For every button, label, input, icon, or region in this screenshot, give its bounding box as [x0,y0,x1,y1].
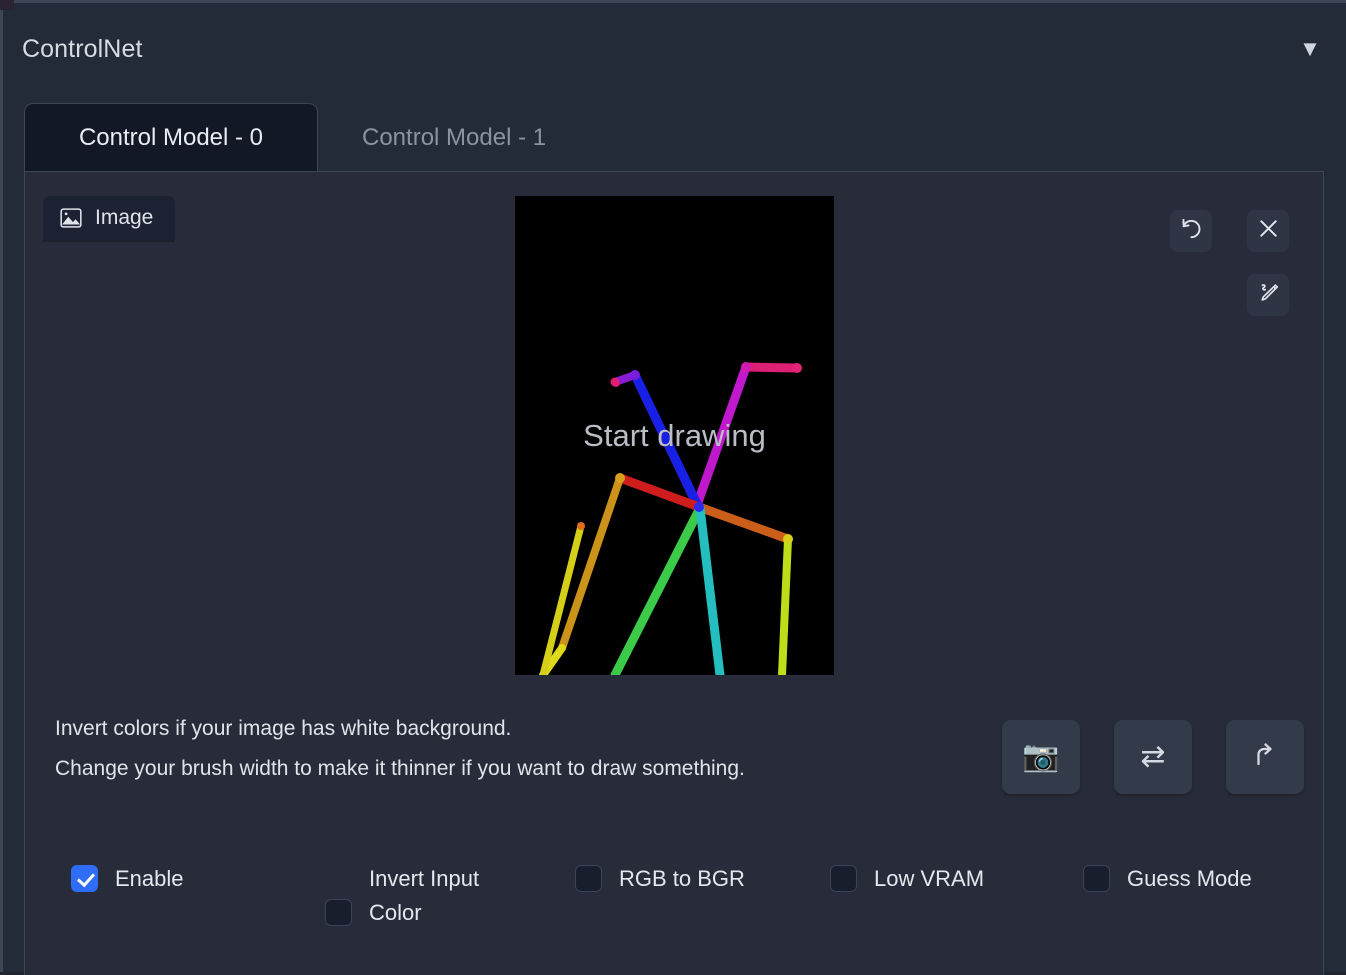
upload-button[interactable] [1226,720,1304,794]
undo-button[interactable] [1170,210,1212,252]
checkbox-guess-mode-label: Guess Mode [1127,866,1252,891]
options-row: Enable Invert Input Color RGB to BGR Low… [55,862,1305,952]
draw-tool-button[interactable] [1247,274,1289,316]
close-icon [1257,217,1280,245]
page-title: ControlNet [22,35,143,63]
tab-control-model-1[interactable]: Control Model - 1 [334,103,574,172]
image-icon [60,208,82,228]
checkbox-invert-input-color[interactable]: Invert Input Color [325,862,505,930]
tab-label: Control Model - 0 [78,124,264,151]
arrow-up-icon [1252,741,1278,774]
checkbox-low-vram-box[interactable] [830,865,857,892]
checkbox-low-vram-label: Low VRAM [874,866,985,891]
tab-label: Control Model - 1 [362,123,547,151]
checkbox-rgb-to-bgr[interactable]: RGB to BGR [575,862,745,896]
swap-arrows-icon: ⇄ [1140,740,1166,773]
checkbox-guess-mode-box[interactable] [1083,865,1110,892]
chevron-down-icon[interactable]: ▼ [1296,35,1324,63]
checkbox-low-vram[interactable]: Low VRAM [830,862,984,896]
camera-icon: 📷 [1022,740,1060,773]
pen-icon [1256,281,1280,310]
subtab-image-label: Image [95,206,154,229]
drawing-canvas[interactable]: Start drawing [515,196,834,675]
tab-control-model-0[interactable]: Control Model - 0 [24,103,318,172]
checkbox-enable[interactable]: Enable [71,862,184,896]
checkbox-enable-label: Enable [115,866,184,891]
checkbox-rgb-to-bgr-label: RGB to BGR [619,866,745,891]
checkbox-invert-input-color-label: Invert Input Color [369,866,480,925]
hint-text: Invert colors if your image has white ba… [55,709,745,789]
checkbox-invert-input-color-box[interactable] [325,899,352,926]
hint-line-1: Invert colors if your image has white ba… [55,717,512,740]
checkbox-rgb-to-bgr-box[interactable] [575,865,602,892]
undo-icon [1179,217,1203,246]
controlnet-panel: ControlNet ▼ Control Model - 0 Control M… [0,0,1346,975]
hint-line-2: Change your brush width to make it thinn… [55,757,745,780]
swap-button[interactable]: ⇄ [1114,720,1192,794]
tab-panel-control-model-0: Image Start drawing Invert colors if you… [24,172,1324,975]
tab-bar: Control Model - 0 Control Model - 1 [24,103,1324,172]
checkbox-enable-box[interactable] [71,865,98,892]
panel-header: ControlNet ▼ [3,3,1346,91]
checkbox-guess-mode[interactable]: Guess Mode [1083,862,1252,896]
subtab-image[interactable]: Image [43,196,176,240]
camera-button[interactable]: 📷 [1002,720,1080,794]
openpose-skeleton [539,362,802,675]
clear-canvas-button[interactable] [1247,210,1289,252]
